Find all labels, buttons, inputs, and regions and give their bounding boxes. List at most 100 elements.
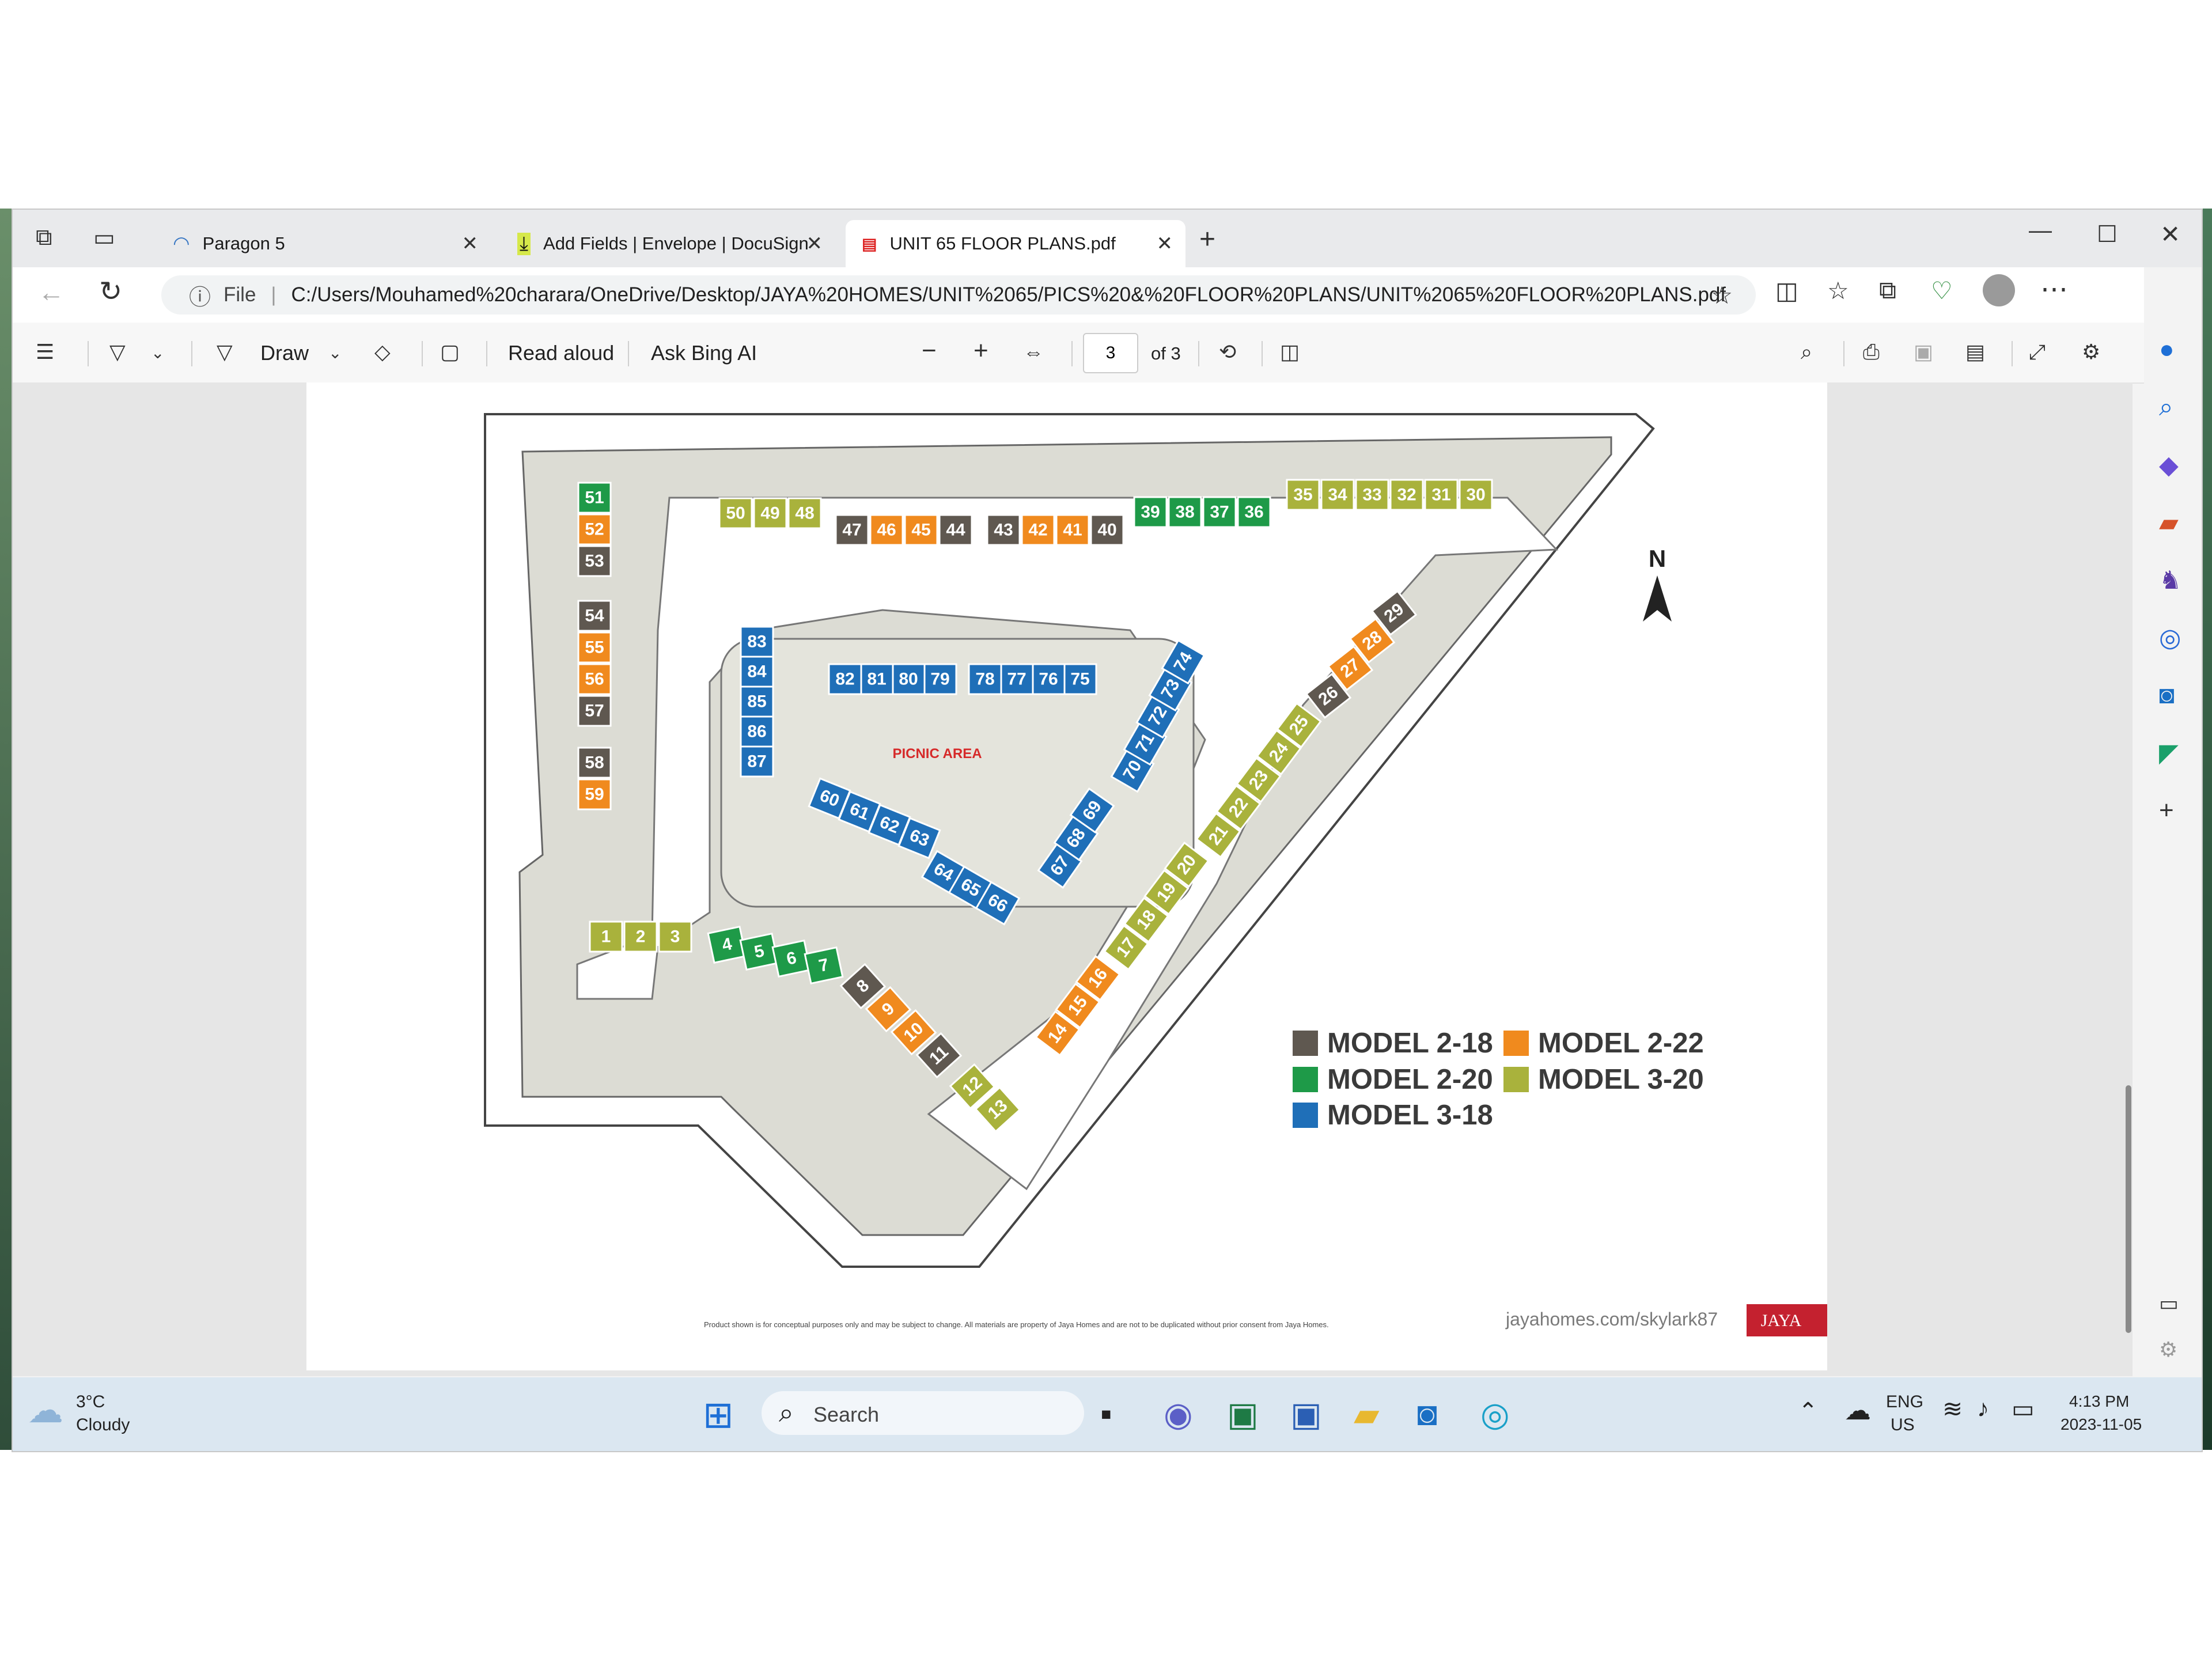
unit-number: 32 [1397, 486, 1416, 505]
close-tab-icon[interactable]: ✕ [462, 232, 479, 255]
word-icon[interactable]: ▣ [1290, 1395, 1322, 1434]
windows-taskbar: ☁ 3°C Cloudy ⊞ ⌕ Search ▪ ◉ ▣ ▣ ▰ ◙ ◎ ⌃ … [13, 1377, 2202, 1451]
taskbar-search[interactable]: ⌕ Search [762, 1391, 1084, 1435]
tab-paragon[interactable]: ◠ Paragon 5 ✕ [157, 220, 491, 267]
language-label[interactable]: ENG [1886, 1392, 1923, 1412]
unit-number: 42 [1028, 521, 1047, 540]
more-options-icon[interactable]: ⋯ [2040, 273, 2068, 305]
fullscreen-icon[interactable]: ⤢ [2029, 340, 2046, 365]
draw-button[interactable]: Draw [260, 341, 309, 365]
page-number-input[interactable] [1083, 333, 1138, 373]
website-text: jayahomes.com/skylark87 [1505, 1309, 1718, 1330]
outlook-icon[interactable]: ◙ [1417, 1395, 1437, 1433]
vertical-scrollbar[interactable] [2126, 394, 2131, 1373]
browser-essentials-icon[interactable]: ♡ [1931, 276, 1953, 305]
search-icon[interactable]: ⌕ [2159, 393, 2173, 422]
unit-44: 44 [938, 514, 973, 546]
clock-date[interactable]: 2023-11-05 [2061, 1415, 2142, 1434]
wifi-icon[interactable]: ≋ [1942, 1395, 1963, 1423]
sidebar-layout-icon[interactable]: ▭ [2159, 1291, 2179, 1316]
unit-number: 34 [1328, 486, 1347, 505]
text-icon[interactable]: ▢ [440, 340, 460, 364]
unit-82: 82 [828, 663, 862, 695]
print-icon[interactable]: ⎙ [1863, 340, 1880, 365]
unit-number: 86 [747, 722, 766, 741]
outlook-icon[interactable]: ◙ [2159, 681, 2175, 710]
ask-bing-button[interactable]: Ask Bing AI [651, 341, 757, 365]
profile-avatar[interactable] [1983, 274, 2015, 306]
start-icon[interactable]: ⊞ [703, 1393, 734, 1437]
sidebar-settings-icon[interactable]: ⚙ [2159, 1338, 2177, 1362]
workspaces-icon[interactable]: ⧉ [36, 225, 52, 251]
microsoft-365-icon[interactable]: ◎ [2159, 623, 2181, 653]
zoom-in-icon[interactable]: + [974, 336, 988, 365]
new-tab-icon[interactable]: + [1199, 224, 1215, 255]
battery-icon[interactable]: ▭ [2012, 1395, 2035, 1423]
clock-time[interactable]: 4:13 PM [2069, 1392, 2129, 1411]
tab-unit65-pdf[interactable]: ▤ UNIT 65 FLOOR PLANS.pdf ✕ [846, 220, 1185, 267]
file-explorer-icon[interactable]: ▰ [1354, 1395, 1380, 1434]
drop-icon[interactable]: ◤ [2159, 738, 2179, 768]
highlight-dropdown-icon[interactable]: ⌄ [151, 343, 164, 362]
region-label[interactable]: US [1891, 1415, 1915, 1435]
add-sidebar-app-icon[interactable]: + [2159, 796, 2174, 825]
unit-number: 51 [585, 488, 604, 507]
games-icon[interactable]: ♞ [2159, 566, 2181, 595]
close-window-icon[interactable]: ✕ [2160, 220, 2180, 248]
weather-condition: Cloudy [76, 1415, 130, 1434]
shopping-icon[interactable]: ◆ [2159, 450, 2179, 480]
maximize-icon[interactable]: ☐ [2097, 221, 2118, 248]
unit-59: 59 [577, 778, 612, 810]
back-icon[interactable]: ← [38, 276, 65, 308]
refresh-icon[interactable]: ↻ [99, 275, 122, 308]
unit-number: 46 [877, 521, 896, 540]
onedrive-icon[interactable]: ☁ [1844, 1395, 1871, 1426]
pdf-icon: ▤ [862, 234, 877, 253]
find-icon[interactable]: ⌕ [1801, 340, 1812, 365]
draw-icon[interactable]: ▽ [217, 340, 233, 364]
fit-to-width-icon[interactable]: ⇔ [1023, 340, 1044, 364]
collections-icon[interactable]: ⧉ [1879, 276, 1896, 305]
save-as-icon[interactable]: ▤ [1965, 340, 1985, 364]
unit-31: 31 [1424, 479, 1459, 511]
volume-icon[interactable]: ♪ [1977, 1395, 1989, 1422]
show-hidden-icons[interactable]: ⌃ [1798, 1398, 1818, 1425]
tab-docusign[interactable]: ⤓ Add Fields | Envelope | DocuSign ✕ [501, 220, 835, 267]
search-label: Search [813, 1403, 880, 1426]
tab-actions-icon[interactable]: ▭ [93, 225, 115, 251]
unit-47: 47 [835, 514, 869, 546]
notifications-icon[interactable]: ● [2159, 335, 2175, 364]
favorites-icon[interactable]: ☆ [1827, 276, 1849, 305]
unit-number: 38 [1175, 503, 1194, 522]
minimize-icon[interactable]: — [2029, 218, 2052, 244]
page-view-icon[interactable]: ◫ [1280, 340, 1300, 364]
highlight-icon[interactable]: ▽ [109, 340, 126, 364]
address-bar[interactable]: ⓘ File | C:/Users/Mouhamed%20charara/One… [161, 275, 1756, 315]
unit-number: 87 [747, 752, 766, 771]
draw-dropdown-icon[interactable]: ⌄ [328, 343, 342, 362]
teams-chat-icon[interactable]: ◉ [1164, 1395, 1193, 1434]
desktop-background-right [2202, 209, 2212, 1450]
legend-swatch-220 [1293, 1067, 1318, 1092]
legend-label: MODEL 2-22 [1538, 1028, 1704, 1059]
erase-icon[interactable]: ◇ [374, 340, 391, 364]
unit-43: 43 [986, 514, 1021, 546]
unit-number: 40 [1097, 521, 1116, 540]
close-tab-icon[interactable]: ✕ [806, 232, 823, 255]
tools-icon[interactable]: ▰ [2159, 508, 2179, 537]
brand-logo-text: JAYA [1761, 1311, 1802, 1330]
legend-swatch-222 [1503, 1031, 1529, 1056]
scrollbar-thumb[interactable] [2126, 1085, 2131, 1333]
split-screen-icon[interactable]: ◫ [1775, 276, 1798, 305]
close-tab-icon[interactable]: ✕ [1157, 232, 1173, 255]
excel-icon[interactable]: ▣ [1227, 1395, 1259, 1434]
contents-icon[interactable]: ☰ [36, 340, 54, 364]
edge-icon[interactable]: ◎ [1480, 1395, 1510, 1434]
favorite-star-icon[interactable]: ☆ [1711, 281, 1733, 309]
rotate-icon[interactable]: ⟲ [1219, 340, 1236, 364]
task-view-icon[interactable]: ▪ [1100, 1395, 1112, 1433]
save-icon[interactable]: ▣ [1914, 340, 1933, 364]
zoom-out-icon[interactable]: − [922, 336, 937, 365]
settings-icon[interactable]: ⚙ [2082, 340, 2100, 364]
read-aloud-button[interactable]: Read aloud [508, 341, 614, 365]
